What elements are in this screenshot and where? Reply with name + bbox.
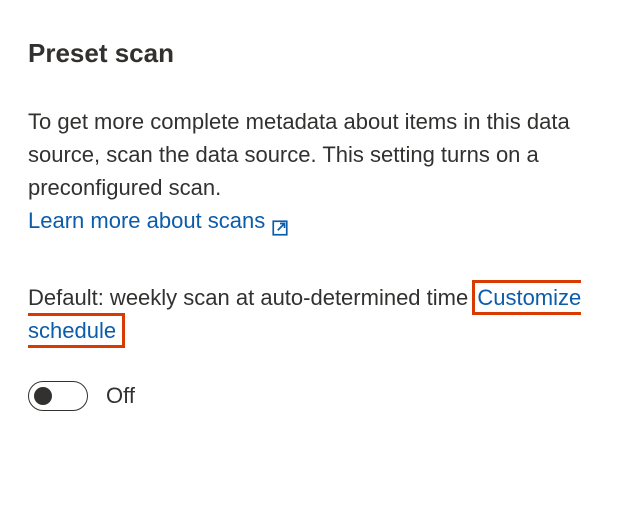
toggle-thumb	[34, 387, 52, 405]
default-schedule-text: Default: weekly scan at auto-determined …	[28, 281, 593, 347]
preset-scan-description: To get more complete metadata about item…	[28, 105, 593, 204]
toggle-state-label: Off	[106, 383, 135, 409]
preset-scan-toggle-row: Off	[28, 381, 593, 411]
external-link-icon	[271, 213, 289, 231]
learn-more-label: Learn more about scans	[28, 204, 265, 237]
preset-scan-toggle[interactable]	[28, 381, 88, 411]
preset-scan-heading: Preset scan	[28, 38, 593, 69]
default-schedule-prefix: Default: weekly scan at auto-determined …	[28, 285, 474, 310]
learn-more-link[interactable]: Learn more about scans	[28, 204, 289, 237]
